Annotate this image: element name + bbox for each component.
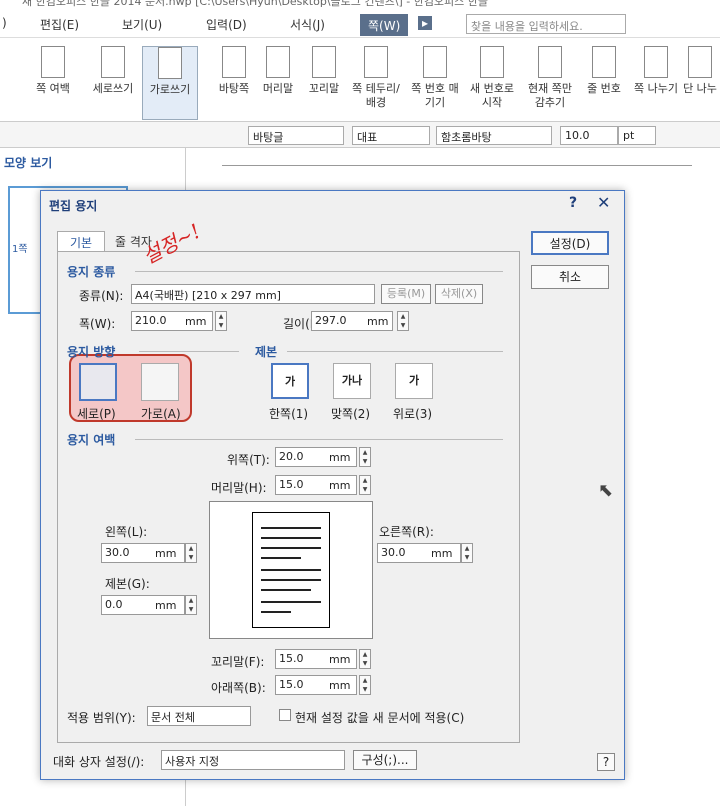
dialog-help-button[interactable]: ?: [597, 753, 615, 771]
menu-prev[interactable]: ): [2, 16, 7, 30]
help-icon[interactable]: ?: [569, 195, 577, 211]
portrait-button[interactable]: [79, 363, 117, 401]
page-setup-dialog: 편집 용지 ? ✕ 기본 줄 격자 설정(D) 취소 용지 종류 종류(N): …: [40, 190, 625, 780]
top-label: 위로(3): [393, 407, 433, 421]
search-input[interactable]: 찾을 내용을 입력하세요.: [466, 14, 626, 34]
vertical-writing-button[interactable]: 세로쓰기: [88, 46, 138, 96]
orientation-section: 용지 방향: [67, 345, 116, 359]
apply-new-doc-checkbox[interactable]: [279, 709, 291, 721]
page-border-button[interactable]: 쪽 테두리/배경: [348, 46, 404, 110]
dialog-title: 편집 용지: [49, 199, 98, 213]
tab-basic[interactable]: 기본: [57, 231, 106, 251]
paper-type-section: 용지 종류: [67, 265, 116, 279]
margin-preview: [209, 501, 373, 639]
window-title: 새 한컴오피스 한글 2014 문서.hwp [C:\Users\Hyun\De…: [0, 0, 720, 10]
width-spinner[interactable]: ▲ ▼: [215, 311, 227, 331]
width-label: 폭(W):: [79, 317, 116, 331]
left-margin-label: 왼쪽(L):: [105, 525, 148, 539]
menu-edit[interactable]: 편집(E): [40, 16, 79, 33]
header-button[interactable]: 머리말: [256, 46, 300, 96]
bind-facing-button[interactable]: 가나: [333, 363, 371, 399]
margin-icon: [41, 46, 65, 78]
dialog-setting-select[interactable]: 사용자 지정: [161, 750, 345, 770]
master-page-icon: [222, 46, 246, 78]
single-label: 한쪽(1): [269, 407, 309, 421]
column-break-icon: [688, 46, 712, 78]
scope-select[interactable]: 문서 전체: [147, 706, 251, 726]
horizontal-page-icon: [158, 47, 182, 79]
column-break-button[interactable]: 단 나누: [680, 46, 720, 96]
margin-section: 용지 여백: [67, 433, 116, 447]
landscape-label: 가로(A): [141, 407, 181, 421]
scope-label: 적용 범위(Y):: [67, 711, 136, 725]
pane-title: 모양 보기: [4, 156, 53, 170]
landscape-button[interactable]: [141, 363, 179, 401]
apply-new-doc-label: 현재 설정 값을 새 문서에 적용(C): [295, 711, 465, 725]
cancel-button[interactable]: 취소: [531, 265, 609, 289]
bind-single-button[interactable]: 가: [271, 363, 309, 399]
footer-margin-label: 꼬리말(F):: [211, 655, 265, 669]
header-spinner[interactable]: ▲ ▼: [359, 475, 371, 495]
ribbon: 쪽 여백 세로쓰기 가로쓰기 바탕쪽 머리말 꼬리말 쪽 테두리/배경 쪽 번호…: [0, 38, 720, 122]
top-margin-label: 위쪽(T):: [227, 453, 270, 467]
new-number-icon: [480, 46, 504, 78]
dialog-setting-label: 대화 상자 설정(/):: [53, 755, 145, 769]
right-margin-label: 오른쪽(R):: [379, 525, 434, 539]
page-break-icon: [644, 46, 668, 78]
page-margin-button[interactable]: 쪽 여백: [30, 46, 76, 96]
ok-button[interactable]: 설정(D): [531, 231, 609, 255]
top-spinner[interactable]: ▲ ▼: [359, 447, 371, 467]
footer-icon: [312, 46, 336, 78]
menu-view[interactable]: 보기(U): [122, 16, 162, 33]
horizontal-writing-button[interactable]: 가로쓰기: [142, 46, 198, 120]
close-icon[interactable]: ✕: [597, 193, 610, 212]
left-spinner[interactable]: ▲ ▼: [185, 543, 197, 563]
new-number-button[interactable]: 새 번호로 시작: [464, 46, 520, 110]
bind-top-button[interactable]: 가: [395, 363, 433, 399]
footer-button[interactable]: 꼬리말: [302, 46, 346, 96]
page-number-button[interactable]: 쪽 번호 매기기: [408, 46, 462, 110]
bottom-margin-label: 아래쪽(B):: [211, 681, 266, 695]
length-spinner[interactable]: ▲ ▼: [397, 311, 409, 331]
font-size-input[interactable]: 10.0: [560, 126, 618, 145]
bottom-spinner[interactable]: ▲ ▼: [359, 675, 371, 695]
register-button[interactable]: 등록(M): [381, 284, 431, 304]
language-combo[interactable]: 대표: [352, 126, 430, 145]
line-number-icon: [592, 46, 616, 78]
footer-spinner[interactable]: ▲ ▼: [359, 649, 371, 669]
style-combo[interactable]: 바탕글: [248, 126, 344, 145]
line-number-button[interactable]: 줄 번호: [584, 46, 624, 96]
vertical-page-icon: [101, 46, 125, 78]
right-spinner[interactable]: ▲ ▼: [461, 543, 473, 563]
paper-kind-select[interactable]: A4(국배판) [210 x 297 mm]: [131, 284, 375, 304]
gutter-spinner[interactable]: ▲ ▼: [185, 595, 197, 615]
page-label: 1쪽: [12, 244, 28, 255]
font-combo[interactable]: 함초롬바탕: [436, 126, 552, 145]
format-toolbar: 바탕글 대표 함초롬바탕 10.0 pt: [0, 122, 720, 148]
master-page-button[interactable]: 바탕쪽: [212, 46, 256, 96]
hide-current-button[interactable]: 현재 쪽만 감추기: [522, 46, 578, 110]
page-number-icon: [423, 46, 447, 78]
header-icon: [266, 46, 290, 78]
mouse-cursor-icon: ⬉: [598, 480, 614, 501]
header-margin-label: 머리말(H):: [211, 481, 267, 495]
menu-insert[interactable]: 입력(D): [206, 16, 247, 33]
page-border-icon: [364, 46, 388, 78]
portrait-label: 세로(P): [77, 407, 116, 421]
facing-label: 맞쪽(2): [331, 407, 371, 421]
ruler[interactable]: [222, 150, 692, 166]
page-break-button[interactable]: 쪽 나누기: [634, 46, 678, 96]
unit-combo[interactable]: pt: [618, 126, 656, 145]
delete-button[interactable]: 삭제(X): [435, 284, 483, 304]
binding-section: 제본: [255, 345, 278, 359]
kind-label: 종류(N):: [79, 289, 124, 303]
menu-page[interactable]: 쪽(W): [360, 14, 409, 36]
menu-format[interactable]: 서식(J): [290, 16, 325, 33]
page-preview-icon: [252, 512, 330, 628]
configure-button[interactable]: 구성(;)...: [353, 750, 417, 770]
gutter-label: 제본(G):: [105, 577, 150, 591]
expand-icon[interactable]: ▸: [418, 16, 433, 30]
hide-icon: [538, 46, 562, 78]
